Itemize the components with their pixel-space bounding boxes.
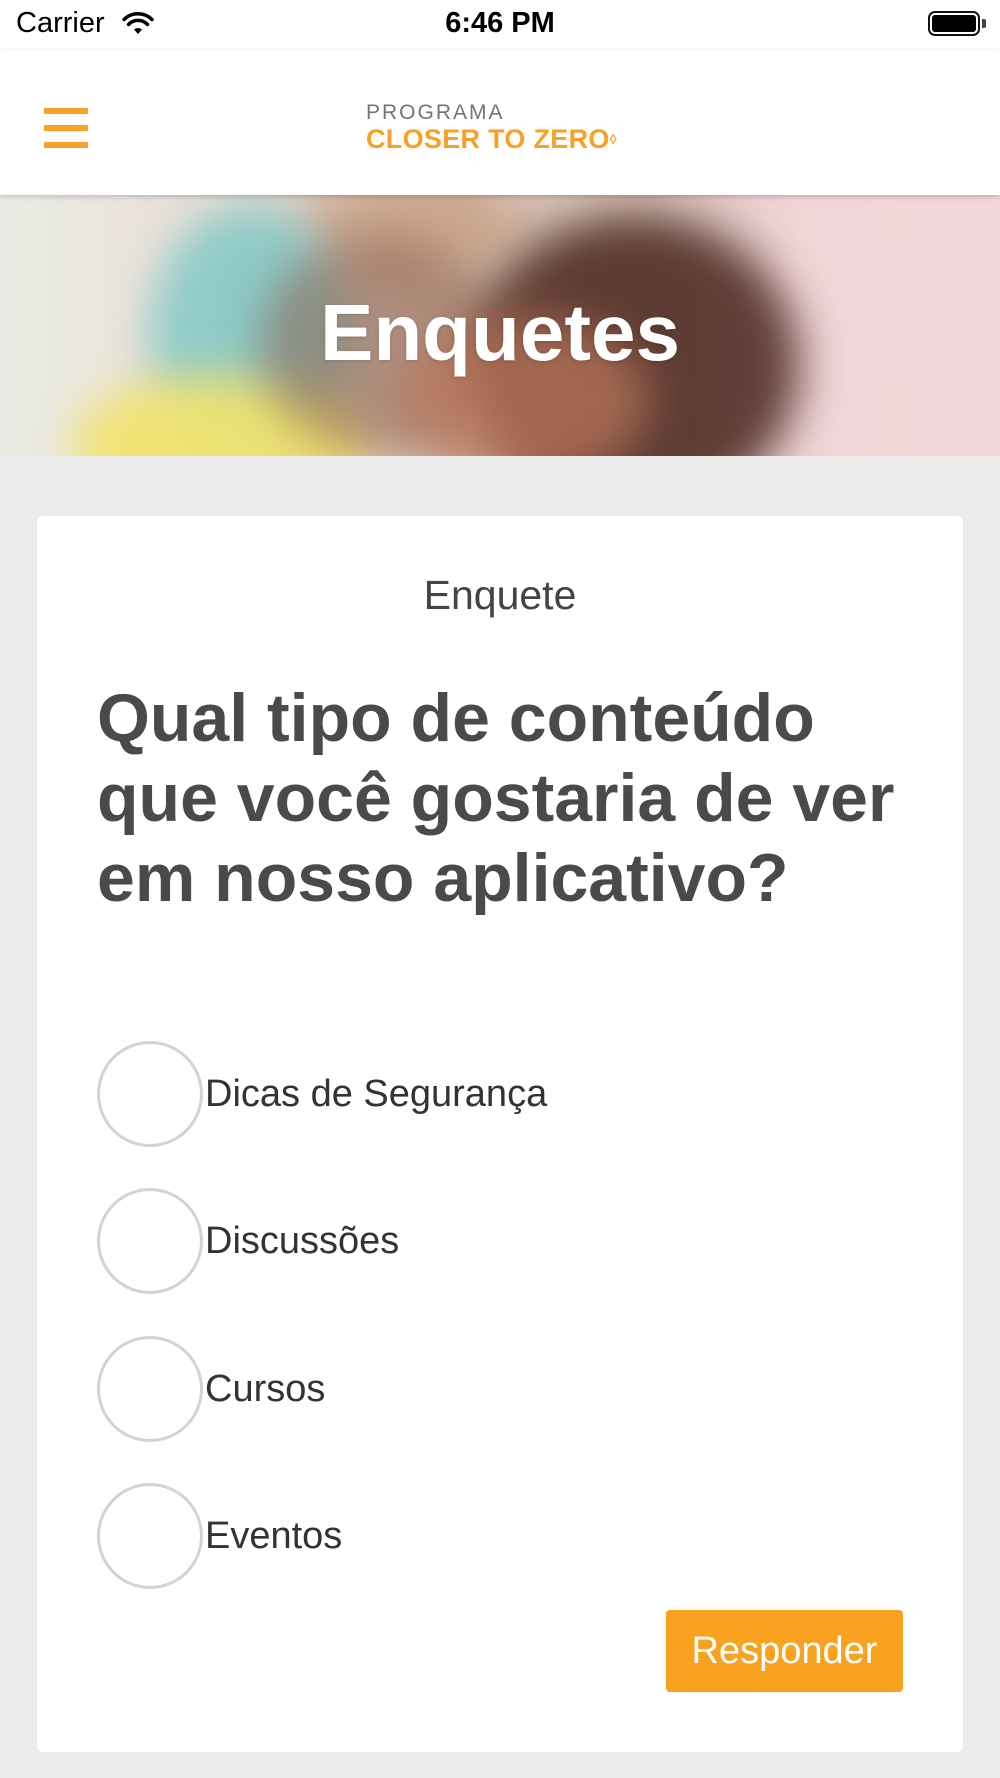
poll-option-label: Eventos bbox=[205, 1515, 343, 1557]
poll-label: Enquete bbox=[423, 572, 577, 618]
poll-option[interactable]: Eventos bbox=[97, 1483, 797, 1589]
logo-drop-icon: ◊ bbox=[609, 131, 617, 147]
radio-button[interactable] bbox=[97, 1336, 203, 1442]
radio-button[interactable] bbox=[97, 1483, 203, 1589]
poll-question: Qual tipo de conteúdo que você gostaria … bbox=[97, 680, 895, 916]
program-logo: PROGRAMA CLOSER TO ZERO◊ bbox=[366, 101, 617, 155]
poll-option[interactable]: Cursos bbox=[97, 1336, 797, 1442]
poll-card: Enquete Qual tipo de conteúdo que você g… bbox=[37, 516, 963, 1752]
logo-top-text: PROGRAMA bbox=[366, 101, 505, 124]
hamburger-menu-icon[interactable] bbox=[44, 108, 88, 148]
page-banner: Enquetes bbox=[0, 195, 1000, 456]
clock: 6:46 PM bbox=[445, 7, 555, 39]
radio-button[interactable] bbox=[97, 1188, 203, 1294]
respond-button[interactable]: Responder bbox=[666, 1610, 903, 1692]
poll-option-label: Discussões bbox=[205, 1220, 400, 1262]
logo-main-text: CLOSER TO ZERO bbox=[366, 124, 610, 154]
status-bar: Carrier 6:46 PM bbox=[0, 0, 1000, 50]
radio-button[interactable] bbox=[97, 1041, 203, 1147]
battery-icon bbox=[928, 11, 980, 36]
app-header: PROGRAMA CLOSER TO ZERO◊ bbox=[0, 50, 1000, 195]
poll-option-label: Cursos bbox=[205, 1368, 326, 1410]
logo-main-wrap: CLOSER TO ZERO◊ bbox=[366, 124, 617, 154]
poll-option[interactable]: Dicas de Segurança bbox=[97, 1041, 797, 1147]
page-title: Enquetes bbox=[319, 288, 681, 377]
poll-option[interactable]: Discussões bbox=[97, 1188, 797, 1294]
poll-option-label: Dicas de Segurança bbox=[205, 1073, 548, 1115]
battery-cap bbox=[982, 19, 986, 28]
